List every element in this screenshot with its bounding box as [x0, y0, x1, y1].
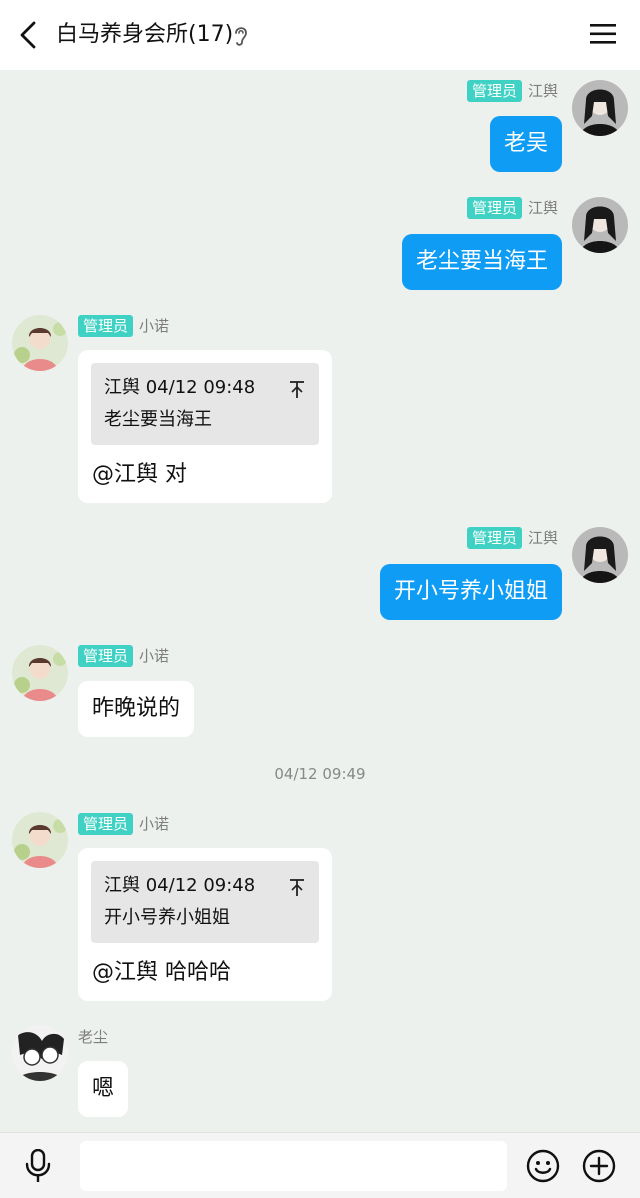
quote-message-bubble[interactable]: 江舆 04/12 09:48 开小号养小姐姐 @江舆 哈哈哈 [78, 848, 332, 1001]
admin-badge: 管理员 [466, 80, 522, 102]
avatar[interactable] [12, 315, 68, 371]
smiley-icon[interactable] [526, 1149, 560, 1183]
sender-name[interactable]: 老尘 [78, 1026, 108, 1048]
message-meta: 老尘 [78, 1026, 108, 1048]
message-meta: 管理员 江舆 [466, 80, 558, 102]
avatar[interactable] [12, 812, 68, 868]
back-arrow-icon[interactable] [14, 18, 44, 52]
quote-message-bubble[interactable]: 江舆 04/12 09:48 老尘要当海王 @江舆 对 [78, 350, 332, 503]
menu-icon[interactable] [590, 22, 616, 46]
microphone-icon[interactable] [24, 1149, 52, 1183]
admin-badge: 管理员 [78, 645, 134, 667]
sender-name[interactable]: 江舆 [528, 197, 558, 219]
quote-header: 江舆 04/12 09:48 [104, 875, 256, 896]
input-bar [0, 1132, 640, 1198]
quote-text: 开小号养小姐姐 [104, 907, 230, 928]
admin-badge: 管理员 [466, 197, 522, 219]
ear-icon [235, 27, 247, 46]
message-meta: 管理员 江舆 [466, 197, 558, 219]
admin-badge: 管理员 [466, 527, 522, 549]
avatar[interactable] [12, 1025, 68, 1081]
plus-icon[interactable] [582, 1149, 616, 1183]
avatar[interactable] [572, 197, 628, 253]
message-text: @江舆 对 [92, 462, 187, 487]
quote-pin-icon[interactable] [289, 379, 305, 399]
chat-title[interactable]: 白马养身会所(17) [56, 18, 233, 52]
sender-name[interactable]: 小诺 [139, 645, 169, 667]
chat-header: 白马养身会所(17) [0, 0, 640, 70]
quote-text: 老尘要当海王 [104, 409, 212, 430]
quoted-message[interactable]: 江舆 04/12 09:48 开小号养小姐姐 [91, 861, 319, 943]
message-bubble[interactable]: 老尘要当海王 [401, 234, 562, 290]
message-meta: 管理员 江舆 [466, 527, 558, 549]
message-timestamp: 04/12 09:49 [274, 765, 366, 783]
avatar[interactable] [12, 645, 68, 701]
message-meta: 管理员 小诺 [78, 315, 169, 337]
sender-name[interactable]: 江舆 [528, 80, 558, 102]
message-input[interactable] [80, 1141, 507, 1191]
sender-name[interactable]: 小诺 [139, 315, 169, 337]
admin-badge: 管理员 [78, 315, 134, 337]
message-meta: 管理员 小诺 [78, 813, 169, 835]
quoted-message[interactable]: 江舆 04/12 09:48 老尘要当海王 [91, 363, 319, 445]
sender-name[interactable]: 江舆 [528, 527, 558, 549]
message-text: @江舆 哈哈哈 [92, 960, 231, 985]
avatar[interactable] [572, 80, 628, 136]
message-bubble[interactable]: 昨晚说的 [78, 681, 195, 737]
message-bubble[interactable]: 老吴 [489, 116, 562, 172]
message-meta: 管理员 小诺 [78, 645, 169, 667]
avatar[interactable] [572, 527, 628, 583]
quote-pin-icon[interactable] [289, 877, 305, 897]
sender-name[interactable]: 小诺 [139, 813, 169, 835]
quote-header: 江舆 04/12 09:48 [104, 377, 256, 398]
admin-badge: 管理员 [78, 813, 134, 835]
message-bubble[interactable]: 嗯 [78, 1061, 129, 1117]
message-bubble[interactable]: 开小号养小姐姐 [379, 564, 562, 620]
